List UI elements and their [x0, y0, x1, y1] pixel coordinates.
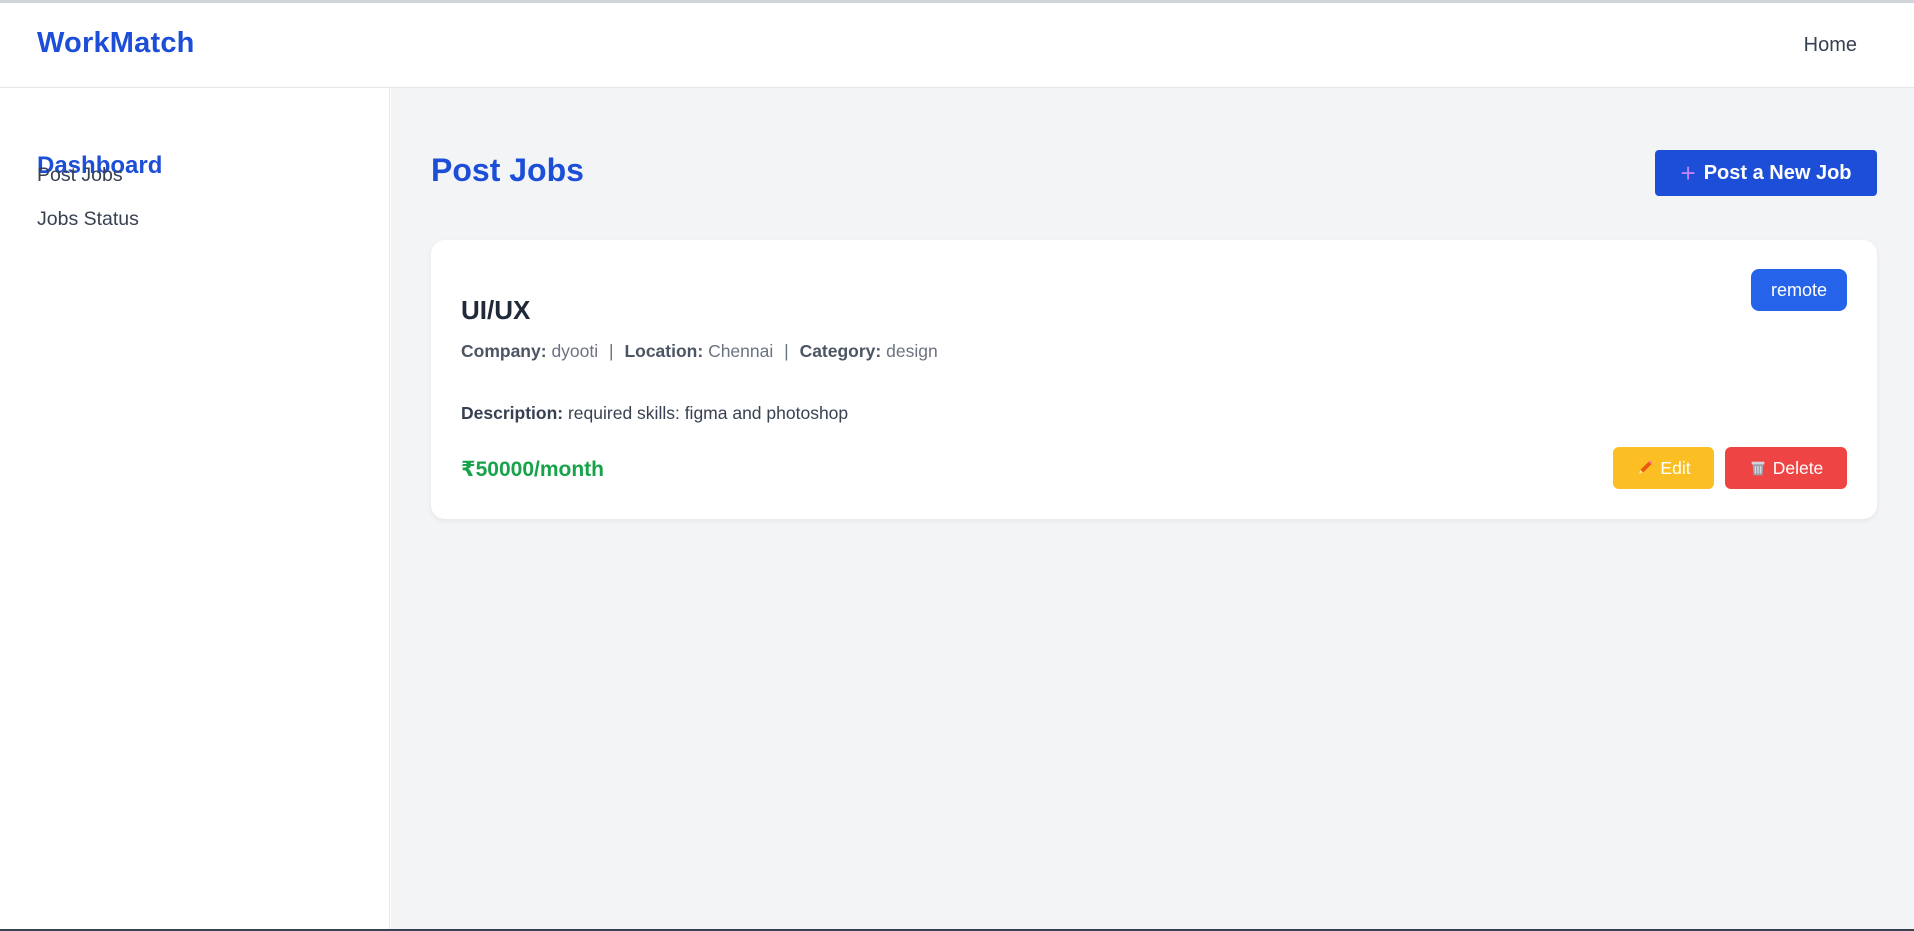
description-label: Description: — [461, 403, 564, 423]
job-title: UI/UX — [461, 295, 531, 325]
edit-label: Edit — [1660, 457, 1691, 478]
job-card: remote UI/UX Company: dyooti | Location:… — [431, 240, 1877, 519]
edit-button[interactable]: Edit — [1613, 447, 1714, 489]
brand-logo[interactable]: WorkMatch — [37, 27, 195, 60]
page-title: Post Jobs — [431, 152, 584, 188]
post-new-job-label: Post a New Job — [1703, 161, 1852, 184]
delete-button[interactable]: Delete — [1725, 447, 1847, 489]
company-value: dyooti — [551, 341, 599, 361]
sidebar-item-post-jobs[interactable]: Post Jobs — [37, 164, 123, 187]
pencil-icon — [1639, 460, 1653, 475]
plus-icon: + — [1680, 158, 1696, 188]
sidebar: Dashboard Post Jobs Jobs Status — [0, 88, 390, 931]
meta-separator: | — [609, 341, 614, 361]
job-salary: ₹50000/month — [461, 458, 604, 481]
main-content: Post Jobs + Post a New Job remote UI/UX … — [391, 88, 1914, 931]
category-value: design — [886, 341, 938, 361]
nav-home-link[interactable]: Home — [1804, 34, 1857, 57]
post-new-job-button[interactable]: + Post a New Job — [1655, 150, 1877, 196]
company-label: Company: — [461, 341, 547, 361]
meta-separator: | — [784, 341, 789, 361]
description-value: required skills: figma and photoshop — [567, 403, 849, 423]
job-description: Description: required skills: figma and … — [461, 403, 848, 424]
sidebar-item-jobs-status[interactable]: Jobs Status — [37, 208, 139, 231]
location-value: Chennai — [708, 341, 774, 361]
navbar: WorkMatch Home — [0, 3, 1914, 88]
delete-label: Delete — [1772, 457, 1824, 478]
trash-icon — [1751, 461, 1765, 476]
job-meta: Company: dyooti | Location: Chennai | Ca… — [461, 341, 938, 362]
category-label: Category: — [799, 341, 882, 361]
location-label: Location: — [624, 341, 704, 361]
job-type-badge: remote — [1750, 269, 1847, 311]
